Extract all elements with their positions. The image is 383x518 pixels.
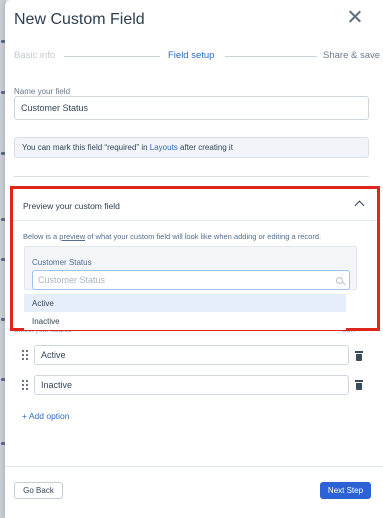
preview-field-box: Customer Status Customer Status	[24, 246, 357, 290]
preview-description: Below is a preview of what your custom f…	[23, 232, 321, 241]
panel-divider	[13, 220, 377, 221]
name-field-label: Name your field	[14, 87, 71, 96]
step-progress: Basic info Field setup Share & save	[14, 50, 381, 64]
option-input-inactive[interactable]: Inactive	[34, 375, 349, 395]
footer-divider	[5, 466, 383, 467]
preview-placeholder: Customer Status	[38, 275, 106, 285]
preview-field-label: Customer Status	[32, 258, 92, 267]
preview-heading: Preview your custom field	[23, 201, 120, 211]
trash-icon[interactable]	[355, 380, 363, 390]
drag-handle-icon[interactable]	[22, 380, 29, 391]
step-share-save: Share & save	[323, 50, 381, 61]
step-connector	[225, 56, 317, 57]
add-option-button[interactable]: + Add option	[22, 411, 70, 421]
step-connector	[64, 56, 160, 57]
drag-handle-icon[interactable]	[22, 350, 29, 361]
search-icon	[336, 277, 343, 284]
step-field-setup: Field setup	[168, 50, 215, 61]
preview-link[interactable]: preview	[59, 232, 85, 241]
field-name-input[interactable]: Customer Status	[14, 96, 369, 120]
preview-desc-text: Below is a	[23, 232, 60, 241]
close-icon[interactable]	[347, 9, 363, 25]
preview-desc-suffix: of what your custom field will look like…	[85, 232, 322, 241]
next-step-button[interactable]: Next Step	[320, 482, 371, 499]
preview-panel: Preview your custom field Below is a pre…	[10, 186, 380, 331]
info-banner: You can mark this field “required” in La…	[14, 137, 369, 158]
trash-icon[interactable]	[355, 351, 363, 361]
dialog-title: New Custom Field	[14, 11, 145, 28]
dropdown-option-inactive[interactable]: Inactive	[24, 312, 346, 330]
option-input-active[interactable]: Active	[34, 345, 349, 365]
go-back-button[interactable]: Go Back	[14, 482, 63, 499]
preview-dropdown-input[interactable]: Customer Status	[32, 270, 350, 290]
dropdown-option-active[interactable]: Active	[24, 294, 346, 312]
info-banner-text-suffix: after creating it	[177, 143, 233, 152]
custom-field-dialog: New Custom Field Basic info Field setup …	[5, 0, 383, 518]
info-banner-text: You can mark this field “required” in	[22, 143, 150, 152]
section-divider	[14, 176, 369, 177]
layouts-link[interactable]: Layouts	[150, 143, 178, 152]
chevron-up-icon[interactable]	[354, 200, 365, 211]
step-basic-info[interactable]: Basic info	[14, 50, 55, 61]
